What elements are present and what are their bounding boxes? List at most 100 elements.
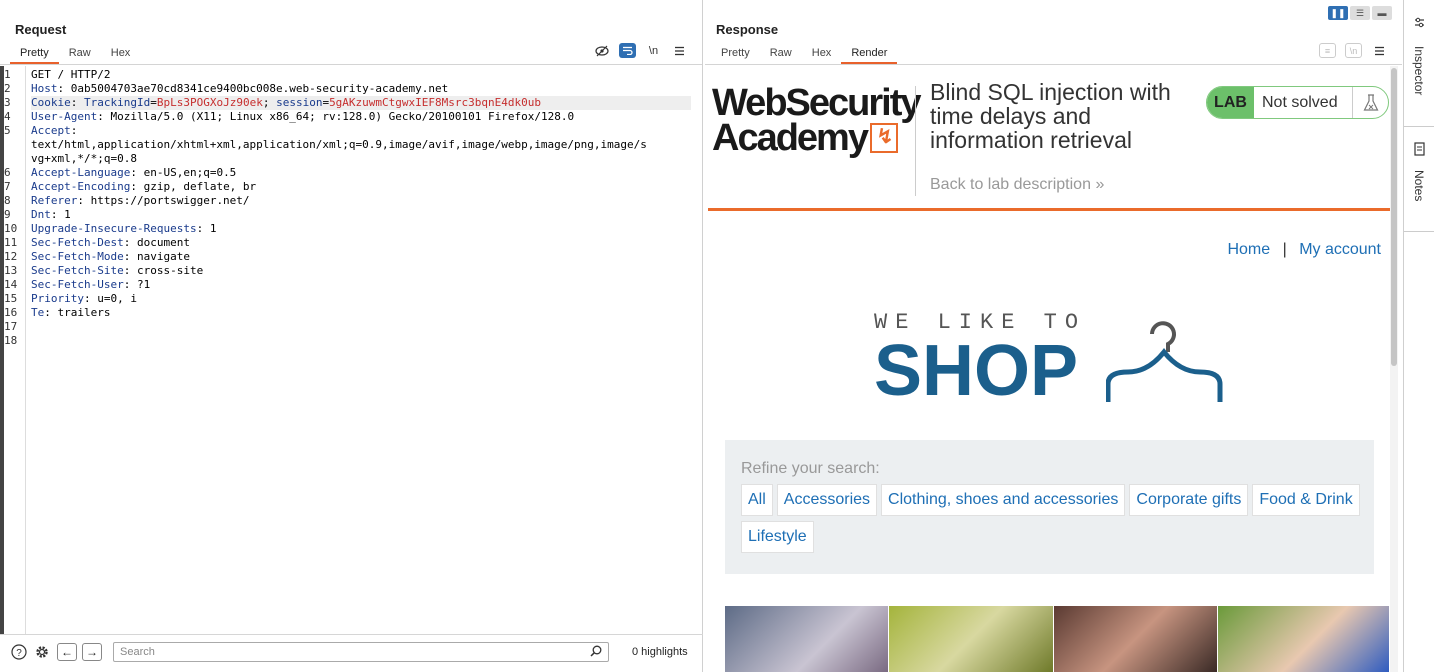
- header-value: https://portswigger.net/: [90, 194, 250, 207]
- logo-line-2: Academy: [712, 117, 869, 159]
- category-all[interactable]: All: [741, 484, 773, 516]
- line-text: GET / HTTP/2: [31, 68, 111, 81]
- sidebar-notes-tab[interactable]: Notes: [1412, 170, 1426, 201]
- lab-status: Not solved: [1262, 93, 1338, 111]
- settings-gear-icon[interactable]: [33, 643, 51, 661]
- category-food-drink[interactable]: Food & Drink: [1252, 484, 1360, 516]
- header-name: Accept-Language: [31, 166, 131, 179]
- menu-icon[interactable]: [1371, 43, 1388, 58]
- category-clothing[interactable]: Clothing, shoes and accessories: [881, 484, 1126, 516]
- line-number: 17: [4, 320, 18, 333]
- search-input[interactable]: Search: [113, 642, 609, 662]
- double-chevron-right-icon: »: [1095, 176, 1105, 193]
- header-value: gzip, deflate, br: [143, 180, 257, 193]
- request-line: Sec-Fetch-Mode: navigate: [31, 250, 190, 263]
- product-image[interactable]: [725, 606, 889, 672]
- scrollbar-thumb[interactable]: [1391, 68, 1397, 366]
- request-line: Cookie: TrackingId=BpLs3POGXoJz90ek; ses…: [31, 96, 691, 110]
- search-icon[interactable]: [590, 645, 602, 660]
- line-number: 8: [4, 194, 11, 207]
- line-gutter: [0, 66, 26, 634]
- header-name: Priority: [31, 292, 84, 305]
- line-number: 5: [4, 124, 11, 137]
- header-name: Cookie: [31, 96, 71, 109]
- shop-banner: WE LIKE TO SHOP: [874, 310, 1234, 410]
- lab-status-badge: LAB Not solved: [1206, 86, 1389, 119]
- lab-title: Blind SQL injection with time delays and…: [930, 79, 1171, 153]
- request-line: Accept:: [31, 124, 84, 137]
- header-name: Sec-Fetch-User: [31, 278, 124, 291]
- layout-tabs-icon[interactable]: ▬: [1372, 6, 1392, 20]
- product-image[interactable]: [1218, 606, 1390, 672]
- request-line: Sec-Fetch-Dest: document: [31, 236, 190, 249]
- category-filters: All Accessories Clothing, shoes and acce…: [741, 484, 1361, 554]
- category-corporate-gifts[interactable]: Corporate gifts: [1129, 484, 1249, 516]
- sidebar-inspector-tab[interactable]: Inspector: [1412, 46, 1426, 95]
- nav-my-account-link[interactable]: My account: [1299, 241, 1381, 258]
- layout-toggle: ❚❚ ☰ ▬: [1328, 6, 1392, 20]
- cookie-value: 5gAKzuwmCtgwxIEF8Msrc3bqnE4dk0ub: [329, 96, 541, 109]
- layout-stacked-icon[interactable]: ☰: [1350, 6, 1370, 20]
- newline-icon: \n: [1345, 43, 1362, 58]
- help-icon[interactable]: ?: [10, 643, 28, 661]
- line-number: 9: [4, 208, 11, 221]
- header-value: document: [136, 236, 190, 249]
- forward-arrow-icon[interactable]: →: [82, 643, 102, 661]
- category-accessories[interactable]: Accessories: [776, 484, 878, 516]
- cookie-name: TrackingId: [84, 96, 151, 109]
- line-number: 1: [4, 68, 11, 81]
- line-number: 16: [4, 306, 18, 319]
- header-value: en-US,en;q=0.5: [143, 166, 237, 179]
- category-lifestyle[interactable]: Lifestyle: [741, 521, 814, 553]
- tab-pretty[interactable]: Pretty: [711, 44, 760, 64]
- divider: [915, 86, 916, 196]
- nav-home-link[interactable]: Home: [1227, 241, 1270, 258]
- header-value: cross-site: [136, 264, 204, 277]
- response-title: Response: [716, 22, 779, 37]
- response-tabs: Pretty Raw Hex Render: [711, 44, 898, 64]
- request-line: Upgrade-Insecure-Requests: 1: [31, 222, 217, 235]
- hide-eye-icon[interactable]: [593, 43, 610, 58]
- line-number: 15: [4, 292, 18, 305]
- header-name: Te: [31, 306, 45, 319]
- notes-icon[interactable]: [1413, 142, 1426, 159]
- line-number: 13: [4, 264, 18, 277]
- request-editor[interactable]: 1 GET / HTTP/2 2 Host: 0ab5004703ae70cd8341…: [0, 66, 703, 634]
- product-image[interactable]: [1054, 606, 1218, 672]
- request-toolbar: \n: [593, 43, 688, 58]
- request-line: vg+xml,*/*;q=0.8: [31, 152, 691, 166]
- header-value: ?1: [136, 278, 151, 291]
- lightning-bolt-icon: ↯: [869, 122, 898, 153]
- header-name: Sec-Fetch-Mode: [31, 250, 124, 263]
- render-scrollbar[interactable]: [1390, 66, 1398, 672]
- request-line: Host: 0ab5004703ae70cd8341ce9400bc008e.w…: [31, 82, 449, 95]
- line-number: 10: [4, 222, 18, 235]
- tab-hex[interactable]: Hex: [802, 44, 842, 64]
- header-name: Sec-Fetch-Site: [31, 264, 124, 277]
- inspector-icon[interactable]: [1413, 16, 1426, 32]
- logo-line-1: WebSecurity: [712, 82, 921, 124]
- wrap-lines-icon[interactable]: [619, 43, 636, 58]
- back-arrow-icon[interactable]: ←: [57, 643, 77, 661]
- hanger-icon: [1106, 321, 1223, 402]
- layout-side-by-side-icon[interactable]: ❚❚: [1328, 6, 1348, 20]
- menu-icon[interactable]: [671, 43, 688, 58]
- tab-render[interactable]: Render: [841, 44, 898, 64]
- request-line: Sec-Fetch-User: ?1: [31, 278, 151, 291]
- header-name: Dnt: [31, 208, 51, 221]
- tab-raw[interactable]: Raw: [760, 44, 802, 64]
- line-number: 7: [4, 180, 11, 193]
- back-to-lab-link[interactable]: Back to lab description »: [930, 176, 1104, 194]
- request-line: Accept-Encoding: gzip, deflate, br: [31, 180, 257, 193]
- header-name: Sec-Fetch-Dest: [31, 236, 124, 249]
- tab-pretty[interactable]: Pretty: [10, 44, 59, 64]
- request-line: GET / HTTP/2: [31, 68, 691, 82]
- line-text: text/html,application/xhtml+xml,applicat…: [31, 138, 647, 151]
- newline-icon[interactable]: \n: [645, 43, 662, 58]
- request-tabs: Pretty Raw Hex: [10, 44, 140, 64]
- product-image[interactable]: [889, 606, 1054, 672]
- divider: [1404, 126, 1434, 127]
- tab-hex[interactable]: Hex: [101, 44, 141, 64]
- tab-raw[interactable]: Raw: [59, 44, 101, 64]
- divider: [0, 64, 702, 65]
